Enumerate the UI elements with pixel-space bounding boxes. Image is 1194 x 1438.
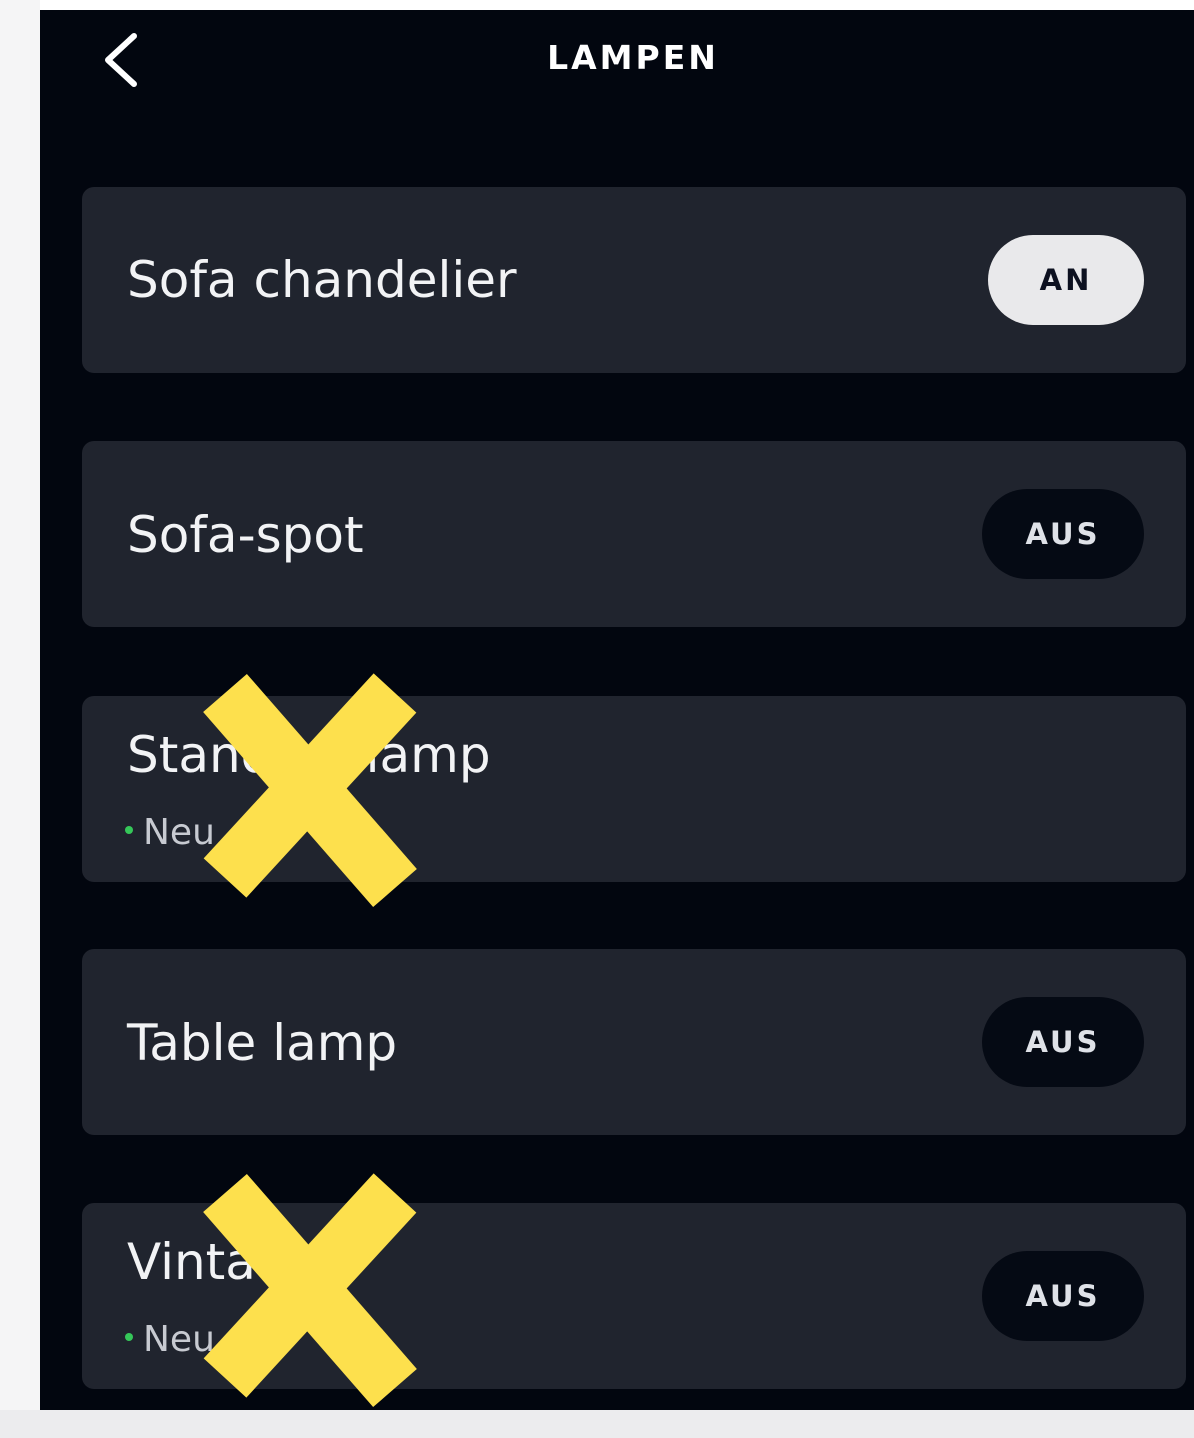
device-name: Table lamp [127, 1014, 398, 1072]
yellow-cross-icon [203, 1173, 417, 1408]
power-toggle-off[interactable]: AUS [982, 1251, 1144, 1341]
device-name: Sofa-spot [127, 506, 364, 564]
left-margin [0, 0, 40, 1438]
new-dot-icon [125, 826, 133, 834]
new-dot-icon [125, 1333, 133, 1341]
power-toggle-on[interactable]: AN [988, 235, 1144, 325]
device-card-sofa-chandelier[interactable]: Sofa chandelier AN [82, 187, 1186, 373]
power-toggle-off[interactable]: AUS [982, 997, 1144, 1087]
bottom-strip [0, 1410, 1194, 1438]
page-title: LAMPEN [547, 38, 719, 77]
header-bar: LAMPEN [40, 10, 1194, 120]
yellow-cross-icon [203, 673, 417, 908]
app-screen: LAMPEN Sofa chandelier AN Sofa-spot AUS … [40, 10, 1194, 1438]
device-name: Sofa chandelier [127, 251, 517, 309]
device-card-sofa-spot[interactable]: Sofa-spot AUS [82, 441, 1186, 627]
device-card-table-lamp[interactable]: Table lamp AUS [82, 949, 1186, 1135]
power-toggle-off[interactable]: AUS [982, 489, 1144, 579]
